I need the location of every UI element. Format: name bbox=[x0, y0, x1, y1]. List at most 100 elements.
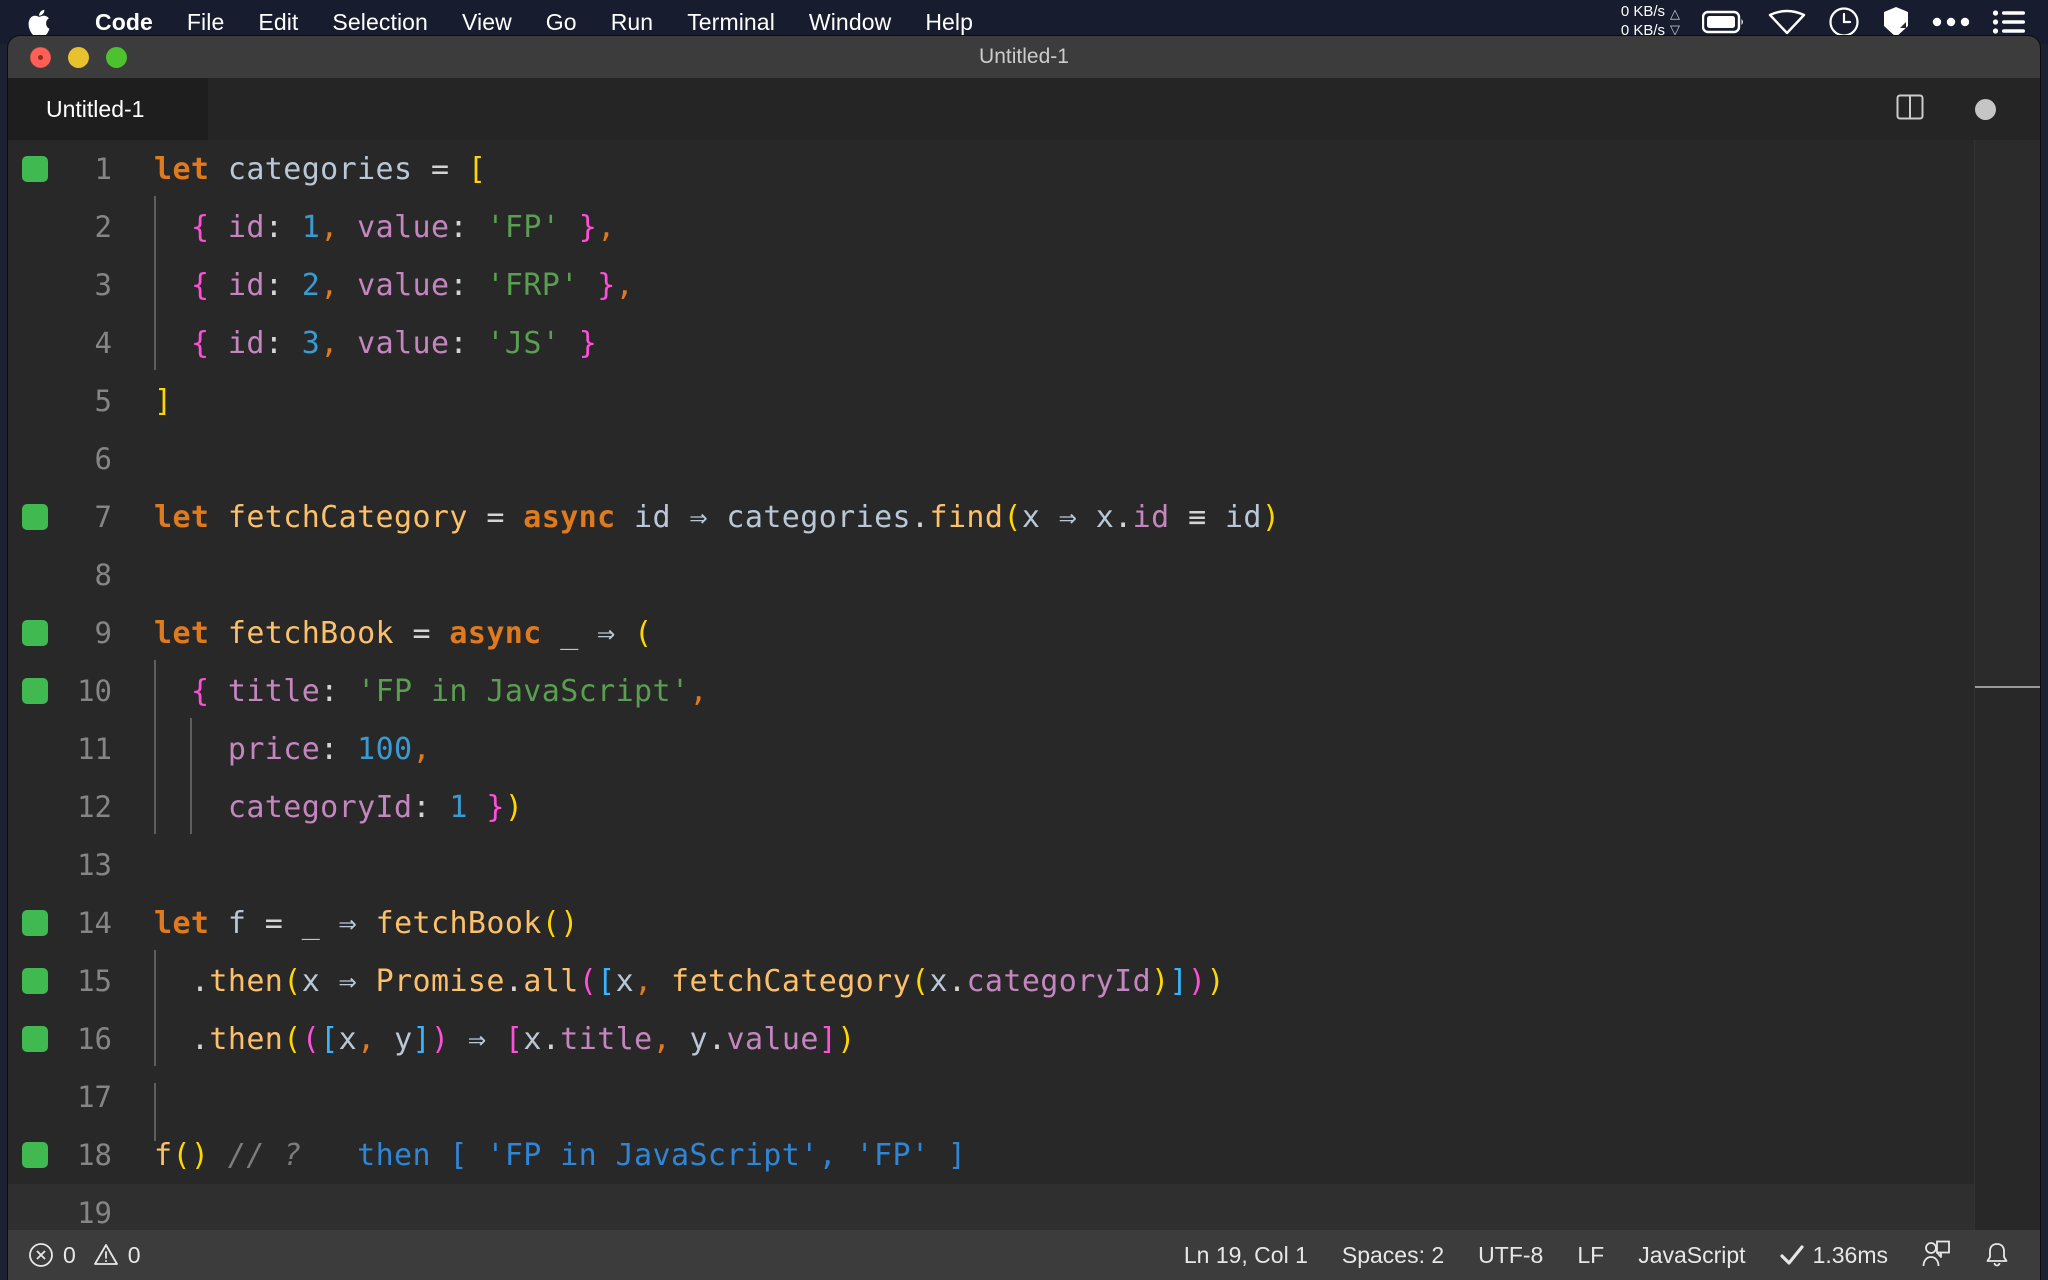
code-line-13[interactable]: 13 bbox=[8, 836, 2040, 894]
code-content: categoryId: 1 }) bbox=[136, 775, 523, 834]
line-number: 11 bbox=[77, 732, 112, 766]
code-line-16[interactable]: 16 .then(([x, y]) ⇒ [x.title, y.value]) bbox=[8, 1007, 2040, 1068]
git-change-marker[interactable] bbox=[22, 1026, 48, 1052]
window-title-bar: Untitled-1 bbox=[8, 36, 2040, 78]
tab-label: Untitled-1 bbox=[46, 95, 145, 122]
ellipsis-icon[interactable] bbox=[1932, 16, 1970, 28]
error-count: 0 bbox=[63, 1241, 76, 1268]
shield-icon[interactable] bbox=[1882, 6, 1910, 38]
code-line-1[interactable]: 1 let categories = [ bbox=[8, 140, 2040, 198]
menu-item-view[interactable]: View bbox=[445, 9, 529, 36]
code-content: .then(x ⇒ Promise.all([x, fetchCategory(… bbox=[136, 949, 1225, 1008]
code-content: ] bbox=[154, 383, 173, 419]
vscode-window: Untitled-1 Untitled-1 1 let categories =… bbox=[8, 36, 2040, 1280]
status-bar-right: Ln 19, Col 1 Spaces: 2 UTF-8 LF JavaScri… bbox=[1184, 1240, 2040, 1270]
timing-value: 1.36ms bbox=[1812, 1241, 1888, 1268]
line-number: 19 bbox=[77, 1196, 112, 1230]
control-center-icon[interactable] bbox=[1992, 9, 2026, 35]
menu-item-code[interactable]: Code bbox=[78, 9, 170, 36]
error-circle-icon bbox=[28, 1242, 54, 1268]
problems-indicator[interactable]: 0 0 bbox=[28, 1242, 141, 1269]
warning-triangle-icon bbox=[93, 1242, 119, 1268]
bell-icon[interactable] bbox=[1984, 1241, 2010, 1269]
quokka-timing[interactable]: 1.36ms bbox=[1779, 1241, 1888, 1269]
code-line-5[interactable]: 5 ] bbox=[8, 372, 2040, 430]
checkmark-icon bbox=[1779, 1244, 1804, 1266]
upload-speed: 0 KB/s bbox=[1620, 3, 1665, 21]
code-editor[interactable]: 1 let categories = [ 2 { id: 1, value: '… bbox=[8, 140, 2040, 1230]
code-content: let fetchCategory = async id ⇒ categorie… bbox=[154, 499, 1281, 535]
inline-result-hint: then [ 'FP in JavaScript', 'FP' ] bbox=[357, 1137, 967, 1173]
code-content: { title: 'FP in JavaScript', bbox=[136, 659, 708, 718]
code-line-7[interactable]: 7 let fetchCategory = async id ⇒ categor… bbox=[8, 488, 2040, 546]
code-line-6[interactable]: 6 bbox=[8, 430, 2040, 488]
code-content: let fetchBook = async _ ⇒ ( bbox=[154, 615, 653, 651]
wifi-icon[interactable] bbox=[1768, 9, 1806, 35]
line-number: 4 bbox=[94, 326, 112, 360]
split-editor-icon[interactable] bbox=[1895, 92, 1925, 127]
code-content: .then(([x, y]) ⇒ [x.title, y.value]) bbox=[136, 1007, 856, 1066]
menu-item-selection[interactable]: Selection bbox=[315, 9, 445, 36]
git-change-marker[interactable] bbox=[22, 1142, 48, 1168]
menu-item-window[interactable]: Window bbox=[792, 9, 908, 36]
line-number: 8 bbox=[94, 558, 112, 592]
code-line-11[interactable]: 11 price: 100, bbox=[8, 717, 2040, 778]
line-number: 13 bbox=[77, 848, 112, 882]
line-number: 12 bbox=[77, 790, 112, 824]
code-content: let f = _ ⇒ fetchBook() bbox=[154, 905, 579, 941]
line-number: 6 bbox=[94, 442, 112, 476]
battery-icon[interactable] bbox=[1702, 10, 1746, 34]
editor-scrollbar[interactable] bbox=[1974, 140, 2040, 1230]
editor-tab-strip: Untitled-1 bbox=[8, 78, 2040, 140]
menu-item-edit[interactable]: Edit bbox=[241, 9, 315, 36]
code-line-15[interactable]: 15 .then(x ⇒ Promise.all([x, fetchCatego… bbox=[8, 949, 2040, 1010]
code-content: { id: 2, value: 'FRP' }, bbox=[136, 253, 634, 312]
git-change-marker[interactable] bbox=[22, 910, 48, 936]
git-change-marker[interactable] bbox=[22, 678, 48, 704]
code-content: { id: 1, value: 'FP' }, bbox=[136, 195, 616, 254]
language-mode[interactable]: JavaScript bbox=[1638, 1242, 1745, 1269]
encoding-setting[interactable]: UTF-8 bbox=[1478, 1242, 1543, 1269]
code-line-12[interactable]: 12 categoryId: 1 }) bbox=[8, 775, 2040, 836]
git-change-marker[interactable] bbox=[22, 156, 48, 182]
code-line-18[interactable]: 18 f() // ? then [ 'FP in JavaScript', '… bbox=[8, 1126, 2040, 1184]
scrollbar-thumb[interactable] bbox=[1975, 140, 2040, 688]
line-number: 17 bbox=[77, 1080, 112, 1114]
clock-icon[interactable] bbox=[1828, 6, 1860, 38]
line-number: 5 bbox=[94, 384, 112, 418]
code-line-4[interactable]: 4 { id: 3, value: 'JS' } bbox=[8, 311, 2040, 372]
live-share-icon[interactable] bbox=[1922, 1240, 1950, 1270]
code-line-8[interactable]: 8 bbox=[8, 546, 2040, 604]
unsaved-dot-icon[interactable] bbox=[1975, 98, 1996, 120]
tab-strip-filler bbox=[208, 78, 1895, 140]
code-content: price: 100, bbox=[136, 717, 431, 776]
code-content: let categories = [ bbox=[154, 151, 487, 187]
menu-item-go[interactable]: Go bbox=[529, 9, 594, 36]
git-change-marker[interactable] bbox=[22, 968, 48, 994]
menu-item-file[interactable]: File bbox=[170, 9, 241, 36]
status-bar-left: 0 0 bbox=[8, 1242, 141, 1269]
menu-item-terminal[interactable]: Terminal bbox=[670, 9, 792, 36]
code-content: { id: 3, value: 'JS' } bbox=[136, 311, 597, 370]
code-line-17[interactable]: 17 bbox=[8, 1068, 2040, 1141]
code-line-19[interactable]: 19 bbox=[8, 1184, 2040, 1230]
line-number: 2 bbox=[94, 210, 112, 244]
apple-logo-icon[interactable] bbox=[26, 7, 52, 37]
menu-item-help[interactable]: Help bbox=[908, 9, 990, 36]
warning-count: 0 bbox=[127, 1241, 141, 1268]
updown-arrows-icon: △ ▽ bbox=[1670, 6, 1680, 37]
git-change-marker[interactable] bbox=[22, 504, 48, 530]
code-line-9[interactable]: 9 let fetchBook = async _ ⇒ ( bbox=[8, 604, 2040, 662]
cursor-position[interactable]: Ln 19, Col 1 bbox=[1184, 1242, 1308, 1269]
indentation-setting[interactable]: Spaces: 2 bbox=[1342, 1242, 1444, 1269]
code-line-14[interactable]: 14 let f = _ ⇒ fetchBook() bbox=[8, 894, 2040, 952]
window-title: Untitled-1 bbox=[979, 45, 1069, 68]
line-number: 3 bbox=[94, 268, 112, 302]
tab-untitled-1[interactable]: Untitled-1 bbox=[8, 78, 208, 140]
code-line-10[interactable]: 10 { title: 'FP in JavaScript', bbox=[8, 659, 2040, 720]
menu-item-run[interactable]: Run bbox=[594, 9, 671, 36]
code-line-2[interactable]: 2 { id: 1, value: 'FP' }, bbox=[8, 195, 2040, 256]
git-change-marker[interactable] bbox=[22, 620, 48, 646]
code-line-3[interactable]: 3 { id: 2, value: 'FRP' }, bbox=[8, 253, 2040, 314]
eol-setting[interactable]: LF bbox=[1577, 1242, 1604, 1269]
